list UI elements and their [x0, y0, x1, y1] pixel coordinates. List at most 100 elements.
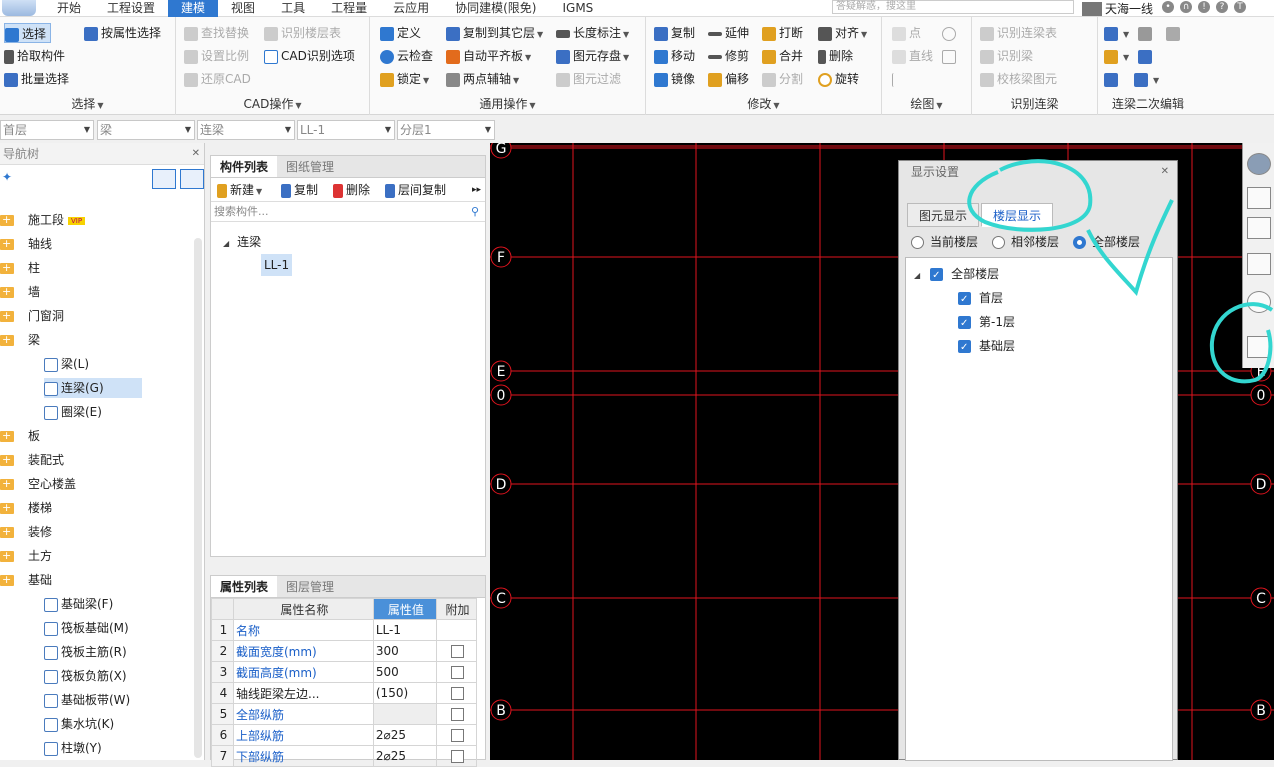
collapse-icon[interactable]: ◢	[914, 271, 920, 280]
dialog-title-bar[interactable]: 显示设置 ✕	[899, 161, 1177, 183]
menu-tab-1[interactable]: 工程设置	[94, 0, 168, 17]
new-component-button[interactable]: 新建 ▼	[217, 178, 262, 204]
secondary-tool-3[interactable]	[1166, 23, 1183, 43]
trim-button[interactable]: 修剪	[708, 46, 749, 66]
tree-row-floor-2[interactable]: 第-1层	[958, 312, 1015, 334]
nav-item-1[interactable]: 轴线	[0, 234, 52, 254]
radio-adjacent-floor[interactable]: 相邻楼层	[992, 233, 1059, 250]
display-settings-icon[interactable]	[1247, 336, 1271, 358]
attach-checkbox[interactable]	[451, 708, 464, 721]
secondary-tool-1[interactable]: ▼	[1104, 23, 1129, 43]
close-icon[interactable]: ✕	[192, 143, 200, 165]
nav-item-5[interactable]: 梁	[0, 330, 40, 350]
nav-scrollbar[interactable]	[194, 238, 202, 758]
cad-options-button[interactable]: CAD识别选项	[264, 46, 355, 66]
front-view-icon[interactable]	[1247, 217, 1271, 239]
define-button[interactable]: 定义	[380, 23, 421, 43]
property-value[interactable]: (150)	[372, 682, 438, 704]
table-row[interactable]: 4 轴线距梁左边... (150)	[211, 682, 477, 704]
help-icon[interactable]: ?	[1216, 1, 1228, 13]
detail-view-icon[interactable]	[180, 169, 204, 189]
length-dimension-button[interactable]: 长度标注 ▼	[556, 23, 629, 43]
nav-item-4[interactable]: 门窗洞	[0, 306, 64, 326]
delete-button[interactable]: 删除	[818, 46, 853, 66]
arc-tool-button[interactable]	[892, 69, 909, 89]
lock-button[interactable]: 锁定 ▼	[380, 69, 429, 89]
nav-item-6[interactable]: 梁(L)	[44, 354, 89, 374]
pin-icon[interactable]: ✦	[2, 170, 12, 184]
split-button[interactable]: 分割	[762, 69, 803, 89]
nav-item-14[interactable]: 土方	[0, 546, 52, 566]
check-beam-button[interactable]: 校核梁图元	[980, 69, 1057, 89]
menu-tab-3[interactable]: 视图	[218, 0, 268, 17]
attach-checkbox[interactable]	[451, 729, 464, 742]
collapse-icon[interactable]: ◢	[223, 239, 229, 248]
copy-between-floors-button[interactable]: 层间复制	[385, 178, 446, 202]
header-value[interactable]: 属性值	[372, 598, 438, 620]
point-button[interactable]: 点	[892, 23, 921, 43]
rect-tool-button[interactable]	[942, 46, 959, 66]
property-value[interactable]: LL-1	[372, 619, 438, 641]
save-elements-button[interactable]: 图元存盘 ▼	[556, 46, 629, 66]
batch-select-button[interactable]: 批量选择	[4, 69, 69, 89]
table-row[interactable]: 5 全部纵筋	[211, 703, 477, 725]
tree-row-floor-1[interactable]: 首层	[958, 288, 1003, 310]
menu-tab-5[interactable]: 工程量	[318, 0, 380, 17]
secondary-tool-7[interactable]: ▼	[1134, 69, 1159, 89]
nav-item-12[interactable]: 楼梯	[0, 498, 52, 518]
floor-select[interactable]: 首层 ▼	[0, 120, 94, 140]
menu-tab-0[interactable]: 开始	[44, 0, 94, 17]
menu-tab-6[interactable]: 云应用	[380, 0, 442, 17]
secondary-tool-4[interactable]: ▼	[1104, 46, 1129, 66]
identify-beam-table-button[interactable]: 识别连梁表	[980, 23, 1057, 43]
attach-checkbox[interactable]	[451, 645, 464, 658]
extend-button[interactable]: 延伸	[708, 23, 749, 43]
nav-item-8[interactable]: 圈梁(E)	[44, 402, 102, 422]
nav-item-20[interactable]: 基础板带(W)	[44, 690, 130, 710]
attach-checkbox[interactable]	[451, 687, 464, 700]
copy-component-button[interactable]: 复制	[281, 178, 318, 202]
tab-drawing-management[interactable]: 图纸管理	[277, 156, 343, 177]
menu-tab-2[interactable]: 建模	[168, 0, 219, 17]
menu-tab-7[interactable]: 协同建模(限免)	[442, 0, 549, 17]
orbit-icon[interactable]	[1247, 153, 1271, 175]
table-row[interactable]: 1 名称 LL-1	[211, 619, 477, 641]
align-button[interactable]: 对齐 ▼	[818, 23, 867, 43]
secondary-tool-6[interactable]	[1104, 69, 1121, 89]
nav-item-19[interactable]: 筏板负筋(X)	[44, 666, 127, 686]
break-button[interactable]: 打断	[762, 23, 803, 43]
secondary-tool-5[interactable]	[1138, 46, 1155, 66]
pick-component-button[interactable]: 拾取构件	[4, 46, 65, 66]
property-value[interactable]	[372, 703, 438, 725]
attach-checkbox[interactable]	[451, 750, 464, 763]
tree-row-floor-3[interactable]: 基础层	[958, 336, 1015, 358]
app-logo[interactable]	[2, 0, 36, 16]
draw-group-caption[interactable]: 绘图 ▼	[882, 95, 971, 112]
nav-item-16[interactable]: 基础梁(F)	[44, 594, 113, 614]
radio-all-floors[interactable]: 全部楼层	[1073, 233, 1140, 250]
user-account[interactable]: 天海一线	[1082, 0, 1153, 17]
close-icon[interactable]: ✕	[1161, 161, 1169, 183]
restore-cad-button[interactable]: 还原CAD	[184, 69, 251, 89]
table-row[interactable]: 2 截面宽度(mm) 300	[211, 640, 477, 662]
refresh-view-icon[interactable]	[1247, 291, 1271, 313]
nav-item-15[interactable]: 基础	[0, 570, 52, 590]
nav-item-9[interactable]: 板	[0, 426, 40, 446]
nav-item-21[interactable]: 集水坑(K)	[44, 714, 114, 734]
cube-view-icon[interactable]	[1247, 253, 1271, 275]
3d-view-icon[interactable]	[1247, 187, 1271, 209]
table-row[interactable]: 7 下部纵筋 2⌀25	[211, 745, 477, 767]
more-icon[interactable]: ▸▸	[472, 178, 481, 202]
service-icon[interactable]: ∩	[1180, 1, 1192, 13]
common-group-caption[interactable]: 通用操作 ▼	[370, 95, 645, 112]
nav-item-2[interactable]: 柱	[0, 258, 40, 278]
menu-tab-4[interactable]: 工具	[268, 0, 318, 17]
two-point-axis-button[interactable]: 两点辅轴 ▼	[446, 69, 519, 89]
tab-floor-display[interactable]: 楼层显示	[981, 203, 1054, 227]
nav-item-10[interactable]: 装配式	[0, 450, 64, 470]
select-by-property-button[interactable]: 按属性选择	[84, 23, 161, 43]
delete-component-button[interactable]: 删除	[333, 178, 370, 202]
message-icon[interactable]: •	[1162, 1, 1174, 13]
nav-item-22[interactable]: 柱墩(Y)	[44, 738, 102, 758]
cad-group-caption[interactable]: CAD操作 ▼	[176, 95, 369, 112]
